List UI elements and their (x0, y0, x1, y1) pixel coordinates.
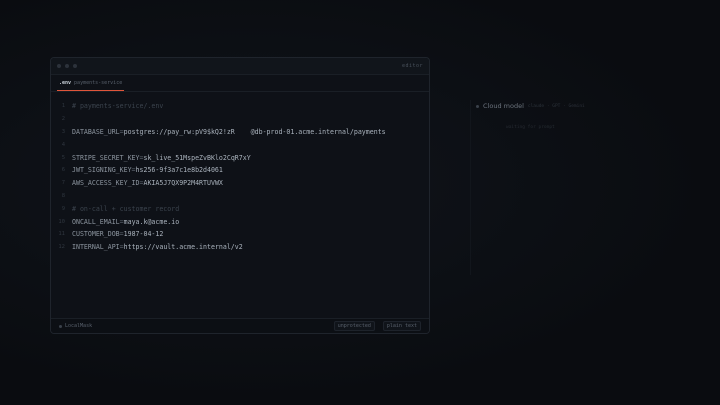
env-key: CUSTOMER_DOB (72, 230, 120, 239)
env-value: hs256-9f3a7c1e8b2d4061 (135, 166, 223, 175)
line-number: 1 (61, 103, 65, 110)
local-status-dot-icon (59, 324, 62, 328)
code-area[interactable]: 1 # payments-service/.env 2 3 DATABASE_URL = p… (51, 92, 429, 254)
line-number: 6 (61, 167, 65, 174)
env-key: STRIPE_SECRET_KEY (72, 153, 140, 162)
tab-file-name: .env (59, 80, 72, 86)
env-value: https://vault.acme.internal/v2 (123, 243, 243, 252)
line-number: 5 (61, 154, 65, 161)
editor-mode-label: editor (401, 63, 423, 69)
cloud-model-status: waiting for prompt (506, 125, 555, 130)
line-number: 10 (58, 218, 65, 225)
code-line[interactable]: 4 (51, 138, 429, 151)
env-value: 1987-04-12 (123, 230, 164, 239)
window-titlebar: editor (51, 58, 429, 75)
line-number: 7 (61, 180, 65, 187)
line-number: 2 (61, 116, 65, 123)
window-maximize-dot[interactable] (73, 64, 77, 68)
line-number: 12 (58, 244, 65, 251)
window-close-dot[interactable] (57, 64, 61, 68)
env-key: ONCALL_EMAIL (72, 217, 120, 226)
code-line[interactable]: 9 # on-call + customer record (51, 202, 429, 215)
code-line[interactable]: 5 STRIPE_SECRET_KEY = sk_live_51MspeZvBKlo2… (51, 151, 429, 164)
editor-window: editor .env payments-service 1 # payments… (50, 57, 430, 334)
stage: editor .env payments-service 1 # payments… (0, 0, 720, 405)
code-line[interactable]: 2 (51, 113, 429, 126)
status-bar: LocalMask unprotected plain text (51, 318, 429, 333)
cloud-model-providers: claude · GPT · Gemini (527, 103, 585, 109)
env-value: postgres://pay_rw:pV9$kQ2!zR @db-prod-01… (123, 127, 386, 136)
env-key: AWS_ACCESS_KEY_ID (72, 179, 140, 188)
code-line[interactable]: 10 ONCALL_EMAIL = maya.k@acme.io (51, 215, 429, 228)
line-number: 4 (61, 141, 65, 148)
line-number: 8 (61, 192, 65, 199)
line-number: 3 (61, 128, 65, 135)
code-line[interactable]: 6 JWT_SIGNING_KEY = hs256-9f3a7c1e8b2d4061 (51, 164, 429, 177)
tab-bar: .env payments-service (51, 75, 429, 92)
local-mask-label: LocalMask (65, 323, 93, 329)
window-minimize-dot[interactable] (65, 64, 69, 68)
code-line[interactable]: 3 DATABASE_URL = postgres://pay_rw:pV9$kQ2!… (51, 126, 429, 139)
cloud-model-title: Cloud model (483, 102, 524, 110)
env-value: sk_live_51MspeZvBKlo2CqR7xY (143, 153, 251, 162)
code-line[interactable]: 1 # payments-service/.env (51, 100, 429, 113)
line-number: 11 (58, 231, 65, 238)
tab-env-file[interactable]: .env payments-service (57, 80, 125, 91)
code-line[interactable]: 12 INTERNAL_API = https://vault.acme.intern… (51, 241, 429, 254)
code-comment: # on-call + customer record (72, 204, 180, 213)
line-number: 9 (61, 205, 65, 212)
env-value: maya.k@acme.io (123, 217, 180, 226)
cloud-bullet-icon (476, 104, 479, 108)
code-line[interactable]: 7 AWS_ACCESS_KEY_ID = AKIA5J7QX9P2M4RTUVWX (51, 177, 429, 190)
env-key: DATABASE_URL (72, 127, 120, 136)
protection-status-badge: unprotected (333, 321, 375, 331)
env-key: JWT_SIGNING_KEY (72, 166, 132, 175)
cloud-model-panel: Cloud model claude · GPT · Gemini waitin… (470, 100, 686, 275)
cloud-model-header: Cloud model claude · GPT · Gemini (476, 102, 585, 110)
env-key: INTERNAL_API (72, 243, 120, 252)
code-comment: # payments-service/.env (72, 102, 164, 111)
code-line[interactable]: 8 (51, 190, 429, 203)
file-format-badge: plain text (382, 321, 421, 331)
env-value: AKIA5J7QX9P2M4RTUVWX (143, 179, 223, 188)
tab-project-name: payments-service (74, 80, 123, 86)
code-line[interactable]: 11 CUSTOMER_DOB = 1987-04-12 (51, 228, 429, 241)
